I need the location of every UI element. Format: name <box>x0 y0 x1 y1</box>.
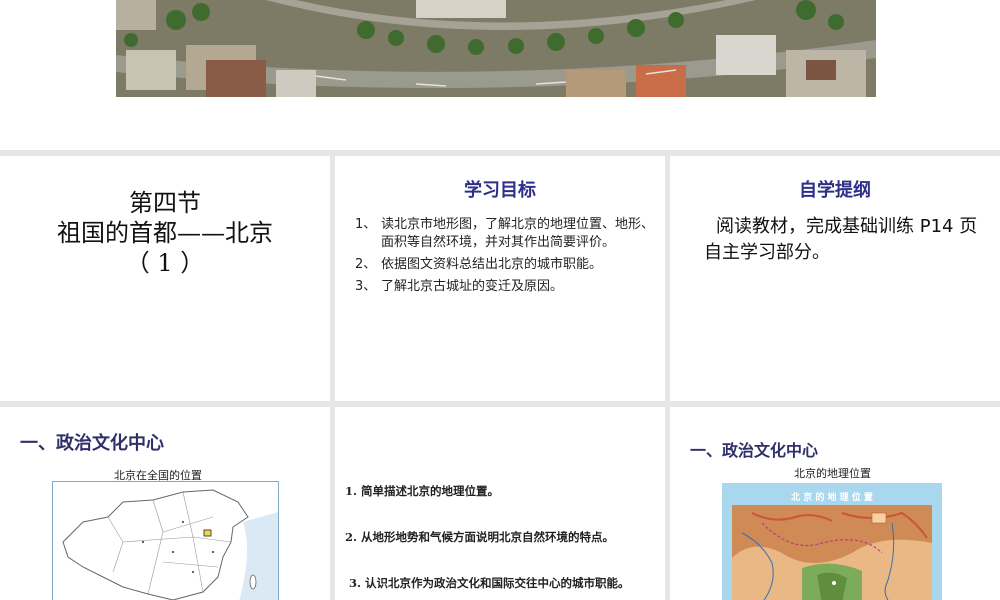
self-study-heading: 自学提纲 <box>799 180 871 201</box>
learning-goals-slide[interactable]: 学习目标 1、 读北京市地形图，了解北京的地理位置、地形、面积等自然环境，并对其… <box>335 156 665 401</box>
self-study-text: 阅读教材，完成基础训练 P14 页自主学习部分。 <box>704 216 978 263</box>
goal-number: 2、 <box>355 257 377 272</box>
photo-slide[interactable] <box>0 0 1000 150</box>
goal-text: 读北京市地形图，了解北京的地理位置、地形、面积等自然环境，并对其作出简要评价。 <box>381 217 655 250</box>
self-study-slide[interactable]: 自学提纲 阅读教材，完成基础训练 P14 页自主学习部分。 <box>670 156 1000 401</box>
question-item: 1. 简单描述北京的地理位置。 <box>345 484 500 498</box>
section-heading: 一、政治文化中心 <box>690 441 819 460</box>
section-heading: 一、政治文化中心 <box>20 433 164 454</box>
goals-list: 1、 读北京市地形图，了解北京的地理位置、地形、面积等自然环境，并对其作出简要评… <box>355 216 655 300</box>
question-item: 3. 认识北京作为政治文化和国际交往中心的城市职能。 <box>349 576 630 590</box>
title-line-part: （ 1 ） <box>125 249 205 277</box>
title-line-topic: 祖国的首都——北京 <box>57 219 273 247</box>
goal-item: 1、 读北京市地形图，了解北京的地理位置、地形、面积等自然环境，并对其作出简要评… <box>355 216 655 252</box>
title-slide[interactable]: 第四节 祖国的首都——北京 （ 1 ） <box>0 156 330 401</box>
lesson-title: 第四节 祖国的首都——北京 （ 1 ） <box>0 188 330 278</box>
map-title: 北 京 的 地 理 位 置 <box>791 491 873 503</box>
goal-item: 3、 了解北京古城址的变迁及原因。 <box>355 278 655 296</box>
aerial-city-photo <box>116 0 876 97</box>
beijing-topographic-map: 北 京 的 地 理 位 置 <box>722 483 942 600</box>
goals-heading: 学习目标 <box>464 180 536 201</box>
china-map <box>52 481 279 600</box>
goal-text: 依据图文资料总结出北京的城市职能。 <box>381 257 603 272</box>
goal-text: 了解北京古城址的变迁及原因。 <box>381 279 564 294</box>
title-line-section: 第四节 <box>129 189 201 217</box>
goal-number: 3、 <box>355 279 377 294</box>
china-map-slide[interactable]: 一、政治文化中心 北京在全国的位置 <box>0 407 330 600</box>
goal-item: 2、 依据图文资料总结出北京的城市职能。 <box>355 256 655 274</box>
beijing-map-slide[interactable]: 一、政治文化中心 北京的地理位置 北 京 的 地 理 位 置 <box>670 407 1000 600</box>
goal-number: 1、 <box>355 217 377 232</box>
questions-slide[interactable]: 1. 简单描述北京的地理位置。 2. 从地形地势和气候方面说明北京自然环境的特点… <box>335 407 665 600</box>
map-caption: 北京的地理位置 <box>794 467 871 480</box>
question-item: 2. 从地形地势和气候方面说明北京自然环境的特点。 <box>345 530 615 544</box>
